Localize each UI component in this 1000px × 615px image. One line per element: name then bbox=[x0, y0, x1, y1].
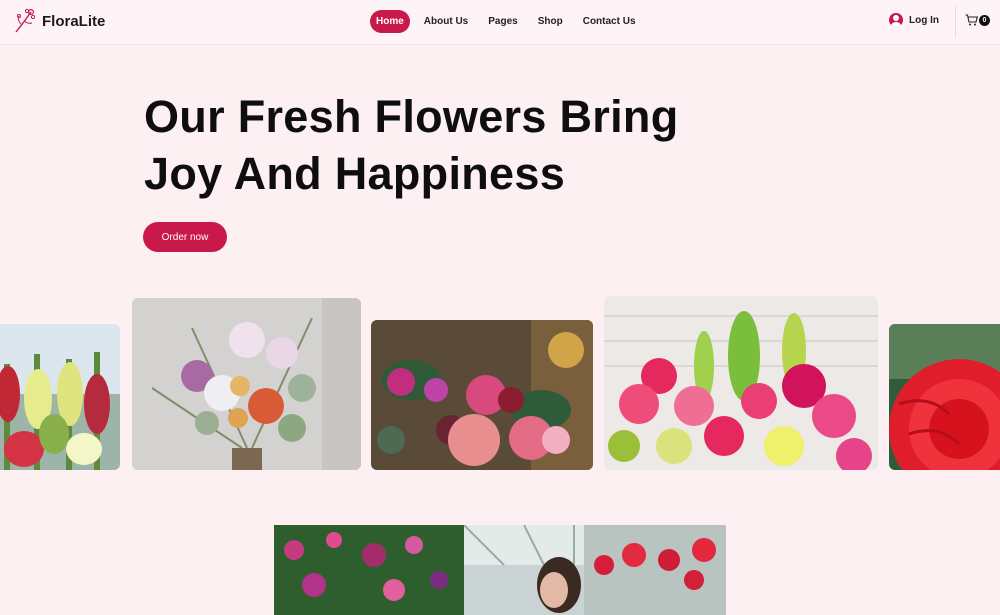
order-now-button[interactable]: Order now bbox=[143, 222, 227, 252]
red-dahlia-photo bbox=[889, 324, 1000, 470]
login-button[interactable]: Log In bbox=[889, 13, 939, 27]
brand-logo[interactable]: FloraLite bbox=[12, 8, 105, 34]
nav-pages[interactable]: Pages bbox=[480, 10, 525, 33]
nav-contact-us[interactable]: Contact Us bbox=[575, 10, 644, 33]
user-circle-icon bbox=[889, 13, 903, 27]
flower-logo-icon bbox=[15, 8, 36, 33]
cart-button[interactable]: 0 bbox=[965, 14, 990, 26]
main-nav: Home About Us Pages Shop Contact Us bbox=[370, 10, 648, 33]
rose-bouquet-photo bbox=[371, 320, 593, 470]
login-label: Log In bbox=[909, 14, 939, 26]
brand-name: FloraLite bbox=[42, 12, 106, 30]
header-divider bbox=[955, 6, 956, 38]
hero-title-line-1: Our Fresh Flowers Bring bbox=[144, 91, 679, 142]
nav-about-us[interactable]: About Us bbox=[416, 10, 476, 33]
nav-home[interactable]: Home bbox=[370, 10, 410, 33]
dried-flower-bouquet-photo bbox=[132, 298, 361, 470]
pink-flower-arrangement-photo bbox=[604, 296, 878, 470]
snapdragon-bouquet-photo bbox=[0, 324, 120, 470]
hero-title-line-2: Joy And Happiness bbox=[144, 148, 566, 199]
cart-count-badge: 0 bbox=[979, 14, 990, 26]
site-header: FloraLite Home About Us Pages Shop Conta… bbox=[0, 0, 1000, 45]
cart-icon bbox=[965, 14, 978, 26]
greenhouse-florist-photo bbox=[274, 525, 726, 615]
hero-title: Our Fresh Flowers Bring Joy And Happines… bbox=[144, 88, 764, 202]
nav-shop[interactable]: Shop bbox=[530, 10, 571, 33]
